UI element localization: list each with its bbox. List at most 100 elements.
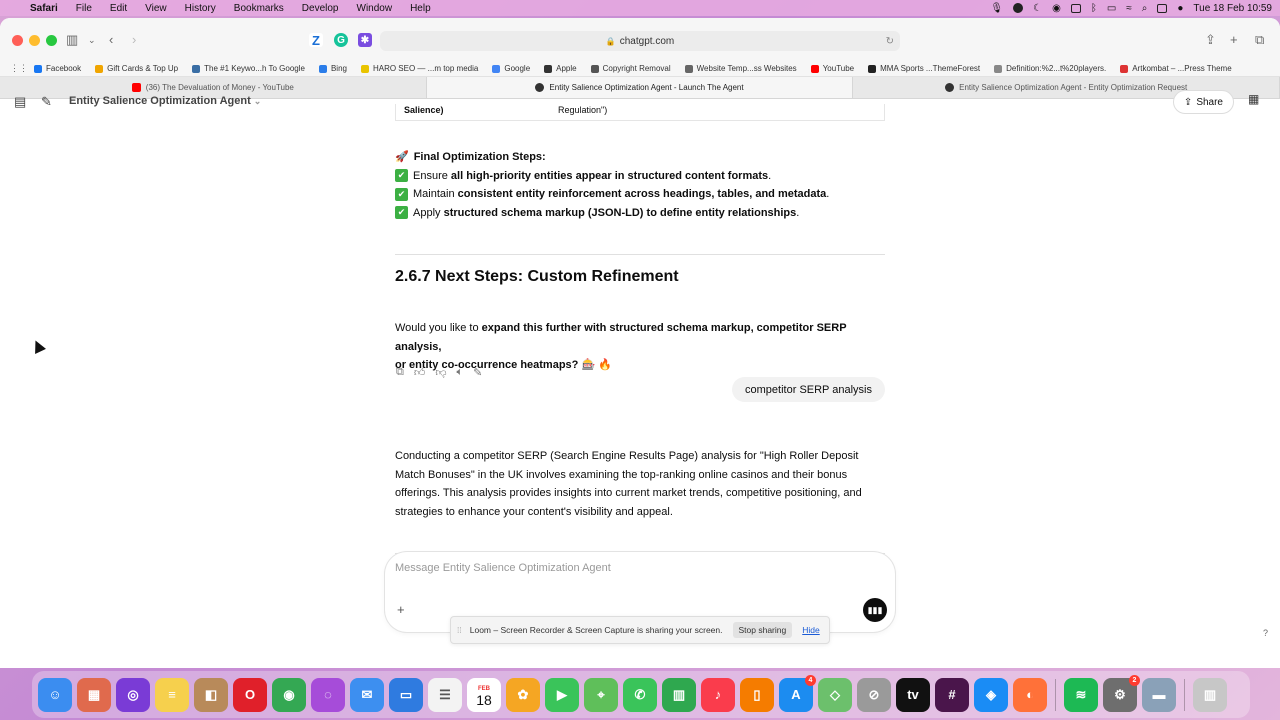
favorite-item[interactable]: MMA Sports ...ThemeForest [868, 64, 980, 73]
close-window-button[interactable] [12, 35, 23, 46]
favorite-item[interactable]: Bing [318, 64, 347, 73]
voice-mode-icon[interactable]: ▮▮▮ [863, 598, 887, 622]
menu-view[interactable]: View [145, 3, 167, 14]
menu-edit[interactable]: Edit [110, 3, 127, 14]
favorite-item[interactable]: Website Temp...ss Websites [684, 64, 797, 73]
maps-icon[interactable]: ◇ [818, 677, 852, 712]
tab-overview-icon[interactable]: ⧉ [1255, 32, 1264, 48]
reload-icon[interactable]: ↻ [886, 36, 894, 47]
utility-icon[interactable]: ⊘ [857, 677, 891, 712]
favorite-item[interactable]: The #1 Keywo...h To Google [192, 64, 305, 73]
chrome-icon[interactable]: ◉ [272, 677, 306, 712]
battery-icon[interactable]: ▭ [1107, 3, 1116, 14]
divider [395, 254, 885, 255]
thumbs-up-icon[interactable]: 👍︎ [414, 366, 426, 379]
share-icon[interactable]: ⇪ [1205, 32, 1216, 48]
favorite-item[interactable]: Facebook [34, 64, 81, 73]
photos-icon[interactable]: ✿ [506, 677, 540, 712]
thumbs-down-icon[interactable]: 👎︎ [435, 366, 446, 379]
facetime-icon[interactable]: ▶ [545, 677, 579, 712]
launchpad-icon[interactable]: ▦ [77, 677, 111, 712]
zoom-window-button[interactable] [46, 35, 57, 46]
spotify-icon[interactable]: ≋ [1064, 677, 1098, 712]
bluetooth-icon[interactable]: ᛒ [1091, 3, 1097, 14]
menu-history[interactable]: History [185, 3, 216, 14]
extension-icon[interactable]: ✱ [358, 33, 372, 47]
moon-icon[interactable]: ☾ [1033, 3, 1042, 14]
hide-link[interactable]: Hide [802, 625, 819, 635]
opera-icon[interactable]: O [233, 677, 267, 712]
favorite-item[interactable]: HARO SEO — ...m top media [360, 64, 478, 73]
search-icon[interactable]: ⌕ [1142, 3, 1148, 14]
minimize-window-button[interactable] [29, 35, 40, 46]
safari-icon[interactable]: ◈ [974, 677, 1008, 712]
chevron-down-icon[interactable]: ⌄ [88, 35, 96, 46]
favorite-item[interactable]: Artkombat – ...Press Theme [1120, 64, 1232, 73]
avatar[interactable]: ▦ [1248, 92, 1262, 108]
back-icon[interactable]: ‹ [109, 32, 113, 47]
grammarly-icon[interactable] [1013, 3, 1024, 13]
books-icon[interactable]: ▯ [740, 677, 774, 712]
record-icon[interactable]: ◉ [1052, 3, 1061, 14]
apple-icon [544, 64, 553, 73]
finder-icon[interactable]: ☺ [38, 677, 72, 712]
keynote-icon[interactable]: ▭ [389, 677, 423, 712]
clock[interactable]: Tue 18 Feb 10:59 [1193, 3, 1272, 14]
music-icon[interactable]: ♪ [701, 677, 735, 712]
window-icon[interactable] [1070, 3, 1081, 13]
favorite-item[interactable]: Google [492, 64, 530, 73]
messages-icon[interactable]: ✆ [623, 677, 657, 712]
menu-bookmarks[interactable]: Bookmarks [234, 3, 284, 14]
podcasts-icon[interactable]: ◌ [311, 677, 345, 712]
plus-icon[interactable]: + [397, 602, 405, 617]
address-bar[interactable]: 🔒 chatgpt.com ↻ [380, 31, 900, 51]
favorite-item[interactable]: Apple [544, 64, 577, 73]
numbers-icon[interactable]: ▥ [662, 677, 696, 712]
forward-icon[interactable]: › [132, 32, 136, 47]
sidebar-icon[interactable]: ▤ [14, 94, 26, 110]
favorite-item[interactable]: Gift Cards & Top Up [95, 64, 178, 73]
help-icon[interactable]: ? [1263, 628, 1268, 638]
slack-icon[interactable]: # [935, 677, 969, 712]
siri-icon[interactable]: ● [1177, 3, 1183, 14]
drag-handle-icon[interactable]: ⁞⁞ [457, 625, 462, 635]
mail-icon[interactable]: ✉ [350, 677, 384, 712]
favorite-item[interactable]: Copyright Removal [590, 64, 671, 73]
favorite-item[interactable]: YouTube [810, 64, 854, 73]
apple-tv-icon[interactable]: tv [896, 677, 930, 712]
new-chat-icon[interactable]: ✎ [41, 94, 52, 110]
new-tab-icon[interactable]: + [1230, 32, 1238, 47]
menu-file[interactable]: File [76, 3, 92, 14]
wifi-icon[interactable]: ≈ [1126, 3, 1132, 14]
sidebar-toggle-icon[interactable]: ▥ [66, 32, 78, 48]
read-aloud-icon[interactable]: 🔈︎ [457, 366, 464, 379]
edit-icon[interactable]: ✎ [473, 366, 482, 379]
bag-icon[interactable]: ◧ [194, 677, 228, 712]
copy-icon[interactable]: ⧉ [396, 366, 404, 379]
app-store-icon[interactable]: A4 [779, 674, 816, 712]
settings-icon[interactable]: ⚙ 2 [1103, 674, 1140, 712]
microphone-icon[interactable]: 🎙 [990, 3, 1003, 14]
share-button[interactable]: ⇪ Share [1172, 90, 1234, 114]
stop-sharing-button[interactable]: Stop sharing [732, 622, 793, 638]
grammarly-extension-icon[interactable]: G [334, 33, 348, 47]
siri-icon[interactable]: ◎ [116, 677, 150, 712]
trash-icon[interactable]: ▥ [1193, 677, 1227, 712]
maps-icon[interactable]: ⌖ [584, 677, 618, 712]
calendar-icon[interactable]: FEB 18 [467, 677, 501, 712]
menu-help[interactable]: Help [410, 3, 431, 14]
notes-icon[interactable]: ≡ [155, 677, 189, 712]
reminders-icon[interactable]: ☰ [428, 677, 462, 712]
firefox-icon[interactable]: ◐ [1013, 677, 1047, 712]
menu-develop[interactable]: Develop [302, 3, 339, 14]
menu-app-name[interactable]: Safari [30, 3, 58, 14]
menu-window[interactable]: Window [357, 3, 393, 14]
message-input[interactable]: Message Entity Salience Optimization Age… [395, 562, 611, 574]
youtube-icon [810, 64, 819, 73]
zotero-extension-icon[interactable]: Z [309, 33, 323, 48]
agent-title[interactable]: Entity Salience Optimization Agent ⌄ [69, 95, 261, 107]
control-center-icon[interactable] [1157, 3, 1168, 13]
folder-icon[interactable]: ▬ [1142, 677, 1176, 712]
favorite-item[interactable]: Definition:%2...t%20players. [994, 64, 1106, 73]
grid-icon[interactable]: ⋮⋮ [10, 63, 28, 74]
